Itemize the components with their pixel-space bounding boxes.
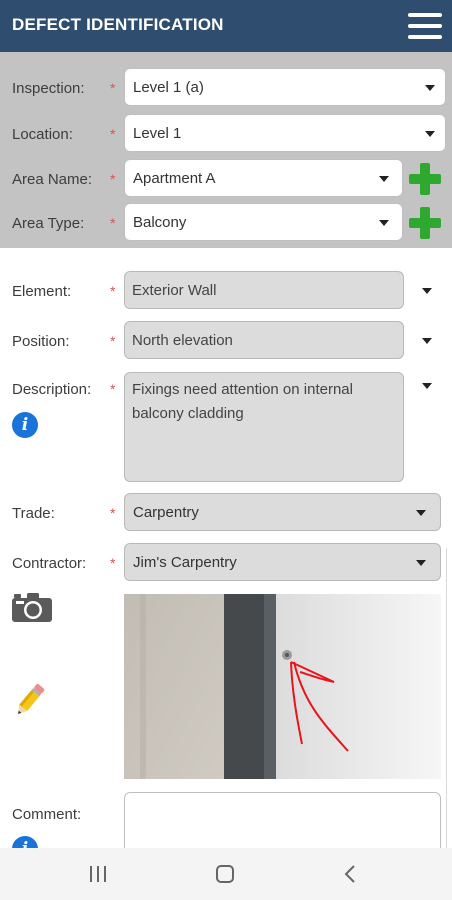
required-marker: * — [110, 215, 116, 231]
contractor-label: Contractor: — [12, 555, 87, 572]
camera-icon[interactable] — [12, 593, 52, 623]
trade-select[interactable]: Carpentry — [124, 493, 441, 531]
area-name-select[interactable]: Apartment A — [124, 159, 403, 197]
hamburger-menu-icon[interactable] — [408, 12, 442, 40]
comment-label: Comment: — [12, 806, 82, 823]
area-type-select[interactable]: Balcony — [124, 203, 403, 241]
back-icon[interactable] — [342, 864, 358, 884]
defect-photo[interactable] — [124, 594, 441, 779]
scrollbar[interactable] — [446, 548, 452, 848]
inspection-select[interactable]: Level 1 (a) — [124, 68, 446, 106]
contractor-value: Jim's Carpentry — [133, 554, 237, 571]
area-name-value: Apartment A — [133, 170, 216, 187]
position-value: North elevation — [132, 332, 233, 349]
required-marker: * — [110, 333, 116, 349]
required-marker: * — [110, 505, 116, 521]
defect-photo-image — [124, 594, 441, 779]
page-title: DEFECT IDENTIFICATION — [12, 15, 224, 34]
recent-apps-icon[interactable] — [88, 865, 108, 883]
add-area-name-plus-icon[interactable] — [408, 162, 442, 196]
required-marker: * — [110, 555, 116, 571]
chevron-down-icon — [416, 560, 426, 566]
app-header: DEFECT IDENTIFICATION — [0, 0, 452, 52]
description-line-2: balcony cladding — [132, 405, 244, 422]
location-value: Level 1 — [133, 125, 182, 142]
chevron-down-icon — [425, 85, 435, 91]
contractor-select[interactable]: Jim's Carpentry — [124, 543, 441, 581]
position-field[interactable]: North elevation — [124, 321, 404, 359]
required-marker: * — [110, 283, 116, 299]
position-label: Position: — [12, 333, 70, 350]
info-icon[interactable]: i — [12, 412, 38, 438]
chevron-down-icon — [416, 510, 426, 516]
element-field[interactable]: Exterior Wall — [124, 271, 404, 309]
description-label: Description: — [12, 381, 92, 398]
element-label: Element: — [12, 283, 72, 300]
description-dropdown-chevron-icon[interactable] — [422, 383, 432, 389]
required-marker: * — [110, 80, 116, 96]
pencil-icon[interactable] — [11, 682, 47, 720]
description-field[interactable]: Fixings need attention on internal balco… — [124, 372, 404, 482]
element-dropdown-chevron-icon[interactable] — [422, 288, 432, 294]
system-navigation-bar — [0, 848, 452, 900]
trade-label: Trade: — [12, 505, 55, 522]
required-marker: * — [110, 381, 116, 397]
chevron-down-icon — [379, 176, 389, 182]
home-icon[interactable] — [215, 864, 235, 884]
location-label: Location: — [12, 126, 73, 143]
add-area-type-plus-icon[interactable] — [408, 206, 442, 240]
description-line-1: Fixings need attention on internal — [132, 381, 353, 398]
inspection-label: Inspection: — [12, 80, 85, 97]
inspection-value: Level 1 (a) — [133, 79, 204, 96]
required-marker: * — [110, 171, 116, 187]
location-select[interactable]: Level 1 — [124, 114, 446, 152]
area-name-label: Area Name: — [12, 171, 93, 188]
chevron-down-icon — [379, 220, 389, 226]
element-value: Exterior Wall — [132, 282, 217, 299]
chevron-down-icon — [425, 131, 435, 137]
position-dropdown-chevron-icon[interactable] — [422, 338, 432, 344]
required-marker: * — [110, 126, 116, 142]
trade-value: Carpentry — [133, 504, 199, 521]
area-type-value: Balcony — [133, 214, 187, 231]
area-type-label: Area Type: — [12, 215, 85, 232]
